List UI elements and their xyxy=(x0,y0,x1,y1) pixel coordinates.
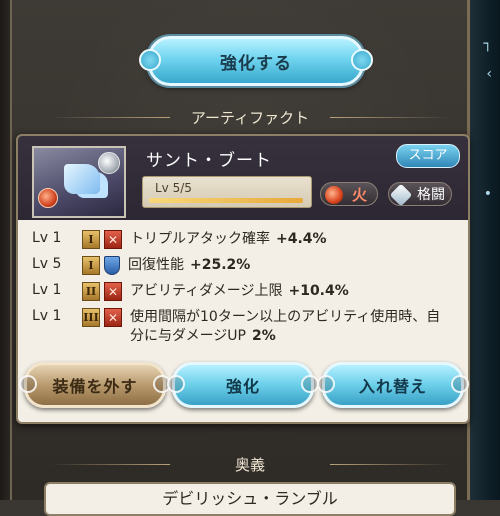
skill-level: Lv 5 xyxy=(32,256,62,272)
skill-text: 使用間隔が10ターン以上のアビリティ使用時、自分に与ダメージUP xyxy=(130,309,441,344)
skill-text: 回復性能 xyxy=(128,257,184,273)
right-side-panel: ┐ ‹ • xyxy=(467,0,500,500)
left-frame xyxy=(0,0,12,500)
weapon-type-badge: 格闘 xyxy=(388,182,452,207)
artifact-section-header: アーティファクト xyxy=(40,107,460,128)
score-button[interactable]: スコア xyxy=(396,144,460,168)
shield-icon xyxy=(104,256,120,275)
artifact-thumbnail[interactable] xyxy=(32,146,126,218)
gem-icon xyxy=(389,183,413,207)
rank-icon: I xyxy=(82,256,100,275)
skill-row: Lv 5 I 回復性能 +25.2% xyxy=(32,254,452,280)
artifact-section-title: アーティファクト xyxy=(190,109,310,127)
skill-description: アビリティダメージ上限 +10.4% xyxy=(130,280,452,301)
skill-row: Lv 1 II ✕ アビリティダメージ上限 +10.4% xyxy=(32,280,452,306)
boots-icon xyxy=(64,164,100,194)
header-line-left xyxy=(50,117,170,118)
swap-button[interactable]: 入れ替え xyxy=(317,362,469,408)
swap-button-label: 入れ替え xyxy=(358,377,427,396)
fist-type-icon xyxy=(98,152,120,174)
skill-list: Lv 1 I ✕ トリプルアタック確率 +4.4% Lv 5 I 回復性能 +25.… xyxy=(32,228,452,352)
level-box: Lv 5/5 xyxy=(142,176,312,208)
unequip-button[interactable]: 装備を外す xyxy=(19,362,171,408)
skill-value: 2% xyxy=(252,328,276,344)
fire-element-icon xyxy=(38,188,58,208)
attack-icon: ✕ xyxy=(104,308,122,327)
rank-icon: I xyxy=(82,230,100,249)
fire-icon xyxy=(325,186,343,204)
right-panel-mark: ┐ xyxy=(483,36,492,52)
skill-value: +10.4% xyxy=(288,283,349,299)
level-text: Lv 5/5 xyxy=(155,181,192,195)
enhance-artifact-button[interactable]: 強化 xyxy=(167,362,319,408)
ougi-panel[interactable]: デビリッシュ・ランブル xyxy=(44,482,456,516)
skill-level: Lv 1 xyxy=(32,230,62,246)
element-label: 火 xyxy=(351,185,367,204)
enhance-button[interactable]: 強化する xyxy=(139,36,373,86)
level-progress-fill xyxy=(149,198,303,203)
enhance-button-label: 強化する xyxy=(220,53,292,74)
skill-description: トリプルアタック確率 +4.4% xyxy=(130,228,452,249)
skill-value: +4.4% xyxy=(276,231,327,247)
skill-text: トリプルアタック確率 xyxy=(130,231,270,247)
attack-icon: ✕ xyxy=(104,282,122,301)
rank-icon: III xyxy=(82,308,100,327)
rank-icon: II xyxy=(82,282,100,301)
ougi-section-header: 奥義 xyxy=(40,454,460,475)
ougi-name: デビリッシュ・ランブル xyxy=(162,489,338,508)
header-line-left xyxy=(50,464,170,465)
skill-row: Lv 1 I ✕ トリプルアタック確率 +4.4% xyxy=(32,228,452,254)
skill-description: 回復性能 +25.2% xyxy=(128,254,452,275)
right-panel-dot-icon: • xyxy=(483,186,492,202)
artifact-name: サント・ブート xyxy=(146,151,272,171)
artifact-header: サント・ブート スコア Lv 5/5 火 格闘 xyxy=(18,136,468,220)
skill-text: アビリティダメージ上限 xyxy=(130,283,283,299)
header-line-right xyxy=(330,117,450,118)
level-progress-bar xyxy=(149,198,303,203)
unequip-button-label: 装備を外す xyxy=(52,377,138,396)
header-line-right xyxy=(330,464,450,465)
skill-row: Lv 1 III ✕ 使用間隔が10ターン以上のアビリティ使用時、自分に与ダメー… xyxy=(32,306,452,352)
right-panel-arrow-icon: ‹ xyxy=(486,66,492,82)
skill-level: Lv 1 xyxy=(32,282,62,298)
skill-value: +25.2% xyxy=(190,257,251,273)
weapon-type-label: 格闘 xyxy=(417,187,445,203)
enhance-artifact-button-label: 強化 xyxy=(225,377,260,396)
element-badge: 火 xyxy=(320,182,378,206)
skill-description: 使用間隔が10ターン以上のアビリティ使用時、自分に与ダメージUP 2% xyxy=(130,306,452,346)
attack-icon: ✕ xyxy=(104,230,122,249)
ougi-section-title: 奥義 xyxy=(234,456,265,474)
skill-level: Lv 1 xyxy=(32,308,62,324)
